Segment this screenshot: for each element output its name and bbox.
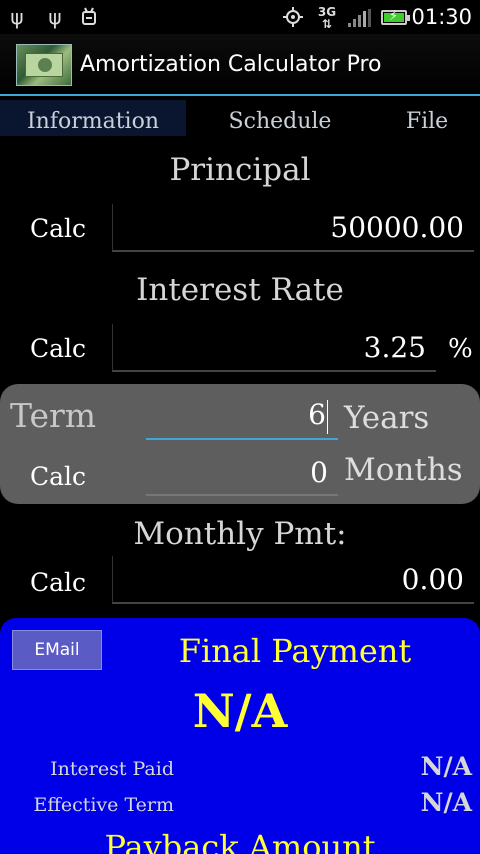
interest-calc-button[interactable]: Calc (30, 334, 86, 363)
tab-information[interactable]: Information (0, 100, 186, 136)
term-months-input[interactable]: 0 (146, 450, 338, 496)
battery-charging-icon: ⚡ (381, 9, 410, 25)
term-years-value: 6 (308, 398, 326, 431)
term-years-input[interactable]: 6 (146, 394, 338, 440)
monthly-pmt-title: Monthly Pmt: (133, 516, 347, 552)
3g-data-icon: 3G ⇅ (317, 5, 337, 31)
app-logo-icon (16, 44, 72, 86)
results-panel: EMail Final Payment N/A Interest Paid N/… (0, 618, 480, 854)
years-label: Years (344, 400, 430, 436)
principal-input[interactable]: 50000.00 (112, 204, 474, 252)
principal-calc-button[interactable]: Calc (30, 214, 86, 243)
android-debug-icon (78, 6, 100, 28)
principal-value: 50000.00 (330, 211, 464, 244)
interest-rate-value: 3.25 (363, 331, 426, 364)
interest-paid-value: N/A (420, 752, 472, 781)
title-bar: Amortization Calculator Pro (0, 34, 480, 96)
final-payment-title: Final Payment (178, 632, 412, 670)
app-title: Amortization Calculator Pro (80, 52, 382, 77)
tab-bar: Information Schedule File (0, 98, 480, 138)
tab-schedule[interactable]: Schedule (200, 100, 360, 136)
monthly-pmt-value: 0.00 (401, 563, 464, 596)
term-months-value: 0 (310, 456, 328, 489)
monthly-calc-button[interactable]: Calc (30, 568, 86, 597)
email-button[interactable]: EMail (12, 630, 102, 670)
text-cursor (327, 400, 328, 434)
monthly-pmt-input[interactable]: 0.00 (112, 556, 474, 604)
percent-label: % (448, 334, 473, 364)
interest-rate-title: Interest Rate (136, 272, 344, 308)
effective-term-label: Effective Term (33, 794, 174, 816)
payback-amount-title: Payback Amount (104, 828, 376, 854)
usb-icon: ψ (48, 5, 62, 29)
usb-icon: ψ (10, 5, 24, 29)
tab-file[interactable]: File (380, 100, 474, 136)
interest-rate-input[interactable]: 3.25 (112, 324, 436, 372)
principal-title: Principal (169, 152, 311, 188)
status-bar: ψ ψ 3G ⇅ ⚡ 01:30 (0, 0, 480, 34)
final-payment-value: N/A (192, 684, 288, 738)
term-panel: Term 6 Years Calc 0 Months (0, 384, 480, 504)
term-calc-button[interactable]: Calc (30, 462, 86, 491)
term-title: Term (10, 396, 97, 435)
effective-term-value: N/A (420, 788, 472, 817)
gps-icon (282, 6, 304, 28)
signal-icon (348, 9, 372, 27)
status-time: 01:30 (411, 5, 472, 29)
months-label: Months (344, 452, 463, 488)
interest-paid-label: Interest Paid (50, 758, 174, 780)
